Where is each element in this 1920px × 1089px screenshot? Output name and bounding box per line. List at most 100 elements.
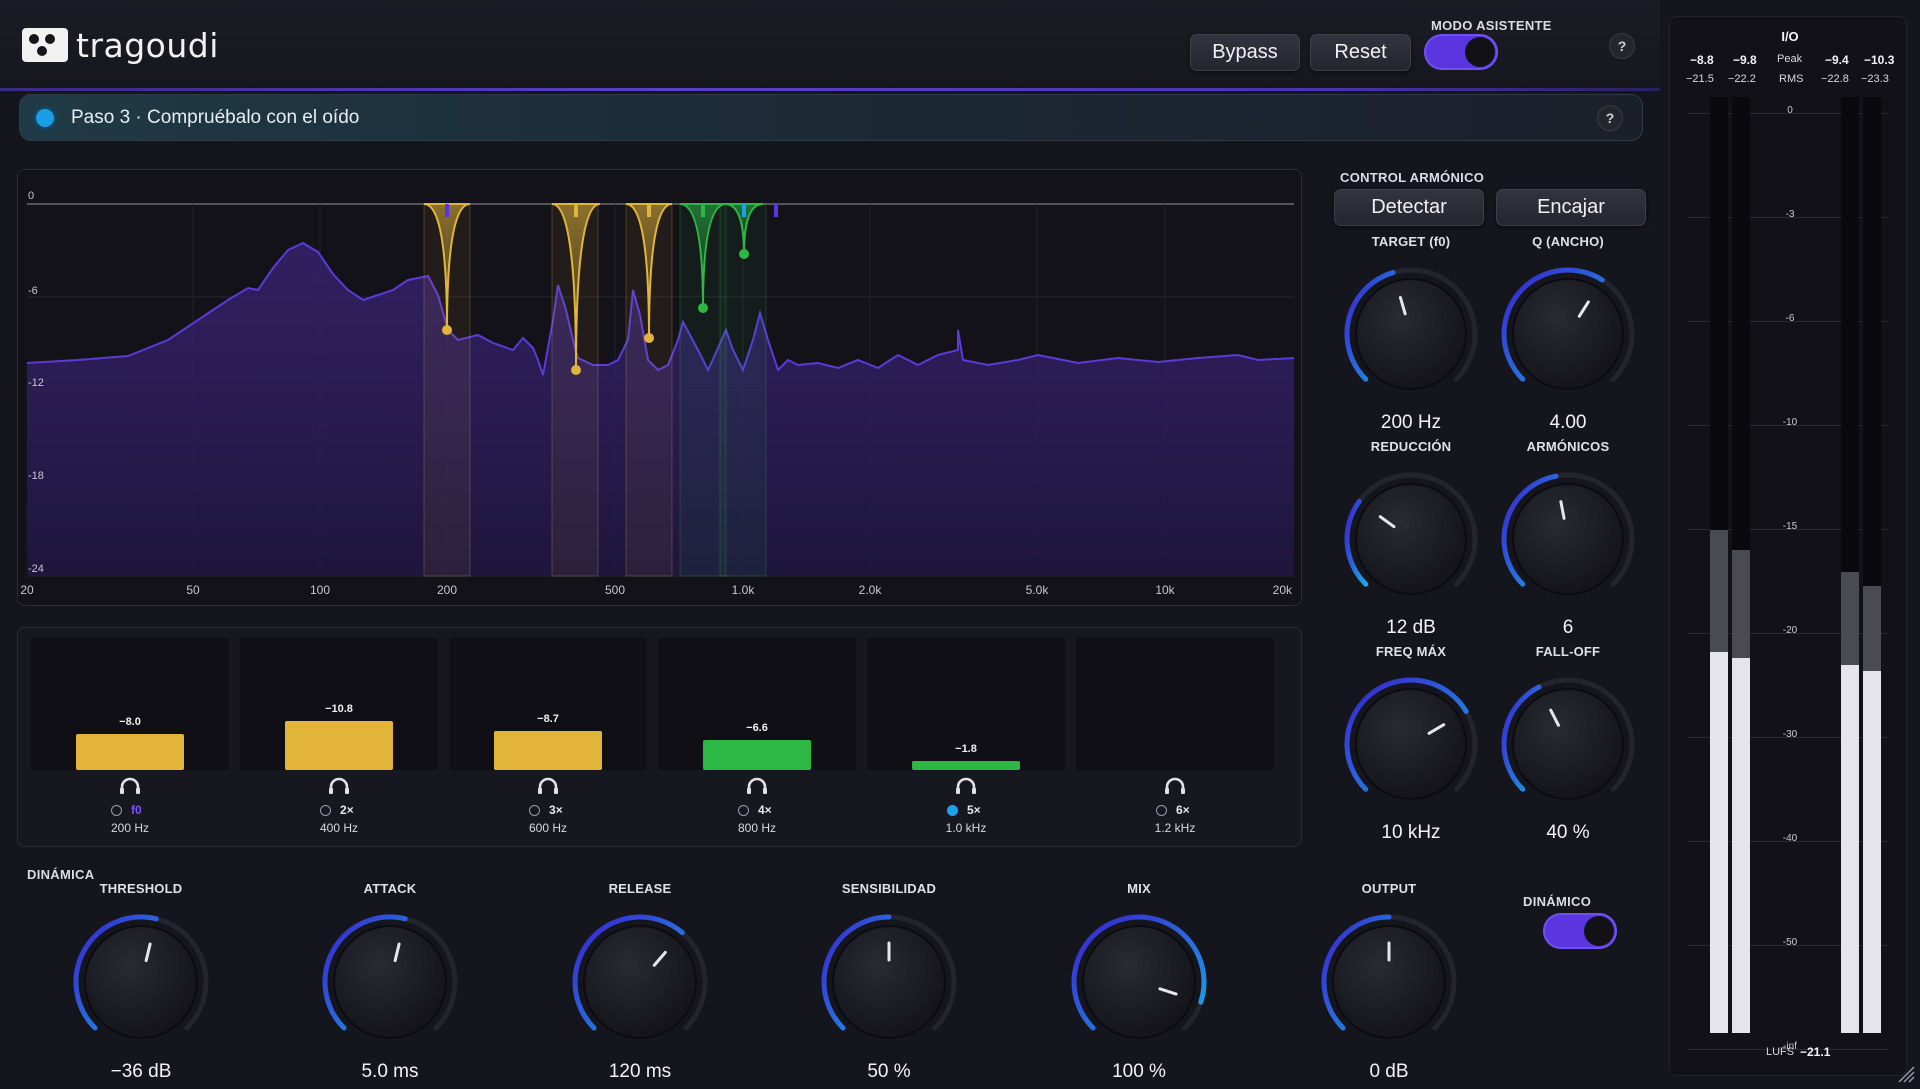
- harmonic-knob-0[interactable]: [1335, 258, 1487, 410]
- x-tick-1: 50: [186, 583, 200, 597]
- rms-label: RMS: [1779, 73, 1804, 85]
- dynamics-knob-title: OUTPUT: [1361, 881, 1417, 896]
- band-solo-radio[interactable]: [1156, 805, 1167, 816]
- marker-5x: [742, 204, 746, 217]
- harmonic-knob-value[interactable]: 40 %: [1468, 822, 1668, 844]
- input-meter-left: [1710, 97, 1728, 1033]
- y-tick-0: 0: [28, 190, 34, 202]
- dynamic-toggle[interactable]: [1543, 913, 1617, 949]
- meter-title: I/O: [1781, 29, 1799, 44]
- harmonic-knob-value[interactable]: 6: [1468, 617, 1668, 639]
- bypass-button[interactable]: Bypass: [1190, 34, 1300, 71]
- output-meter-left: [1841, 97, 1859, 1033]
- band-value: −8.7: [537, 713, 559, 725]
- band-frequency: 200 Hz: [110, 821, 150, 835]
- dynamics-knob-title: MIX: [1127, 881, 1151, 896]
- help-button[interactable]: ?: [1609, 33, 1635, 59]
- spectrum-analyzer[interactable]: 0 -6 -12 -18 -24 20 50 100 200 500 1.0k …: [17, 169, 1302, 606]
- meter-scale-label: -30: [1782, 729, 1798, 740]
- input-peak-right: −9.8: [1733, 53, 1757, 67]
- band-meter-1: −10.8: [240, 638, 438, 770]
- harmonic-knob-2[interactable]: [1335, 463, 1487, 615]
- band-solo-radio[interactable]: [947, 805, 958, 816]
- meter-scale-label: -50: [1782, 937, 1798, 948]
- dynamics-knob-value[interactable]: 50 %: [789, 1061, 989, 1083]
- dynamics-knob-0[interactable]: [64, 905, 218, 1059]
- harmonic-knob-value[interactable]: 4.00: [1468, 412, 1668, 434]
- band-meter-3: −6.6: [658, 638, 856, 770]
- detect-button[interactable]: Detectar: [1334, 189, 1484, 226]
- notch-handle-3x[interactable]: [644, 333, 654, 343]
- band-frequency: 600 Hz: [528, 821, 568, 835]
- harmonic-control-title: CONTROL ARMÓNICO: [1340, 170, 1485, 185]
- band-harmonic-label: 4×: [758, 803, 772, 817]
- io-meter: I/O −8.8 −9.8 Peak −9.4 −10.3 −21.5 −22.…: [1669, 16, 1907, 1076]
- meter-scale-label: -10: [1782, 417, 1798, 428]
- dynamics-knob-value[interactable]: −36 dB: [41, 1061, 241, 1083]
- step-help-button[interactable]: ?: [1597, 105, 1623, 131]
- band-solo-radio[interactable]: [529, 805, 540, 816]
- harmonic-knob-1[interactable]: [1492, 258, 1644, 410]
- assistant-mode-toggle[interactable]: [1424, 34, 1498, 70]
- x-tick-3: 200: [437, 583, 457, 597]
- band-harmonic-label: 3×: [549, 803, 563, 817]
- meter-scale-label: 0: [1787, 105, 1793, 116]
- band-meter-4: −1.8: [867, 638, 1065, 770]
- headphones-icon[interactable]: [536, 776, 560, 796]
- fit-button[interactable]: Encajar: [1496, 189, 1646, 226]
- band-solo-radio[interactable]: [738, 805, 749, 816]
- harmonic-knob-3[interactable]: [1492, 463, 1644, 615]
- headphones-icon[interactable]: [745, 776, 769, 796]
- dynamics-knob-4[interactable]: [1062, 905, 1216, 1059]
- meter-scale-label: -20: [1782, 625, 1798, 636]
- dynamics-knob-value[interactable]: 0 dB: [1289, 1061, 1489, 1083]
- spectrum-graph[interactable]: 0 -6 -12 -18 -24 20 50 100 200 500 1.0k …: [18, 170, 1303, 607]
- x-tick-2: 100: [310, 583, 330, 597]
- step-text: Paso 3 · Compruébalo con el oído: [71, 107, 360, 128]
- dynamics-knob-1[interactable]: [313, 905, 467, 1059]
- band-harmonic-label: 5×: [967, 803, 981, 817]
- band-level-bar: [912, 761, 1020, 770]
- meter-scale-label: -15: [1782, 521, 1798, 532]
- dynamics-knob-value[interactable]: 100 %: [1039, 1061, 1239, 1083]
- headphones-icon[interactable]: [954, 776, 978, 796]
- harmonic-knob-title: FALL-OFF: [1535, 644, 1601, 659]
- band-meter-5: [1076, 638, 1274, 770]
- dynamics-knob-title: SENSIBILIDAD: [841, 881, 937, 896]
- harmonic-knob-5[interactable]: [1492, 668, 1644, 820]
- dynamics-knob-5[interactable]: [1312, 905, 1466, 1059]
- y-tick-2: -12: [28, 377, 44, 389]
- lufs-label: LUFS: [1766, 1046, 1795, 1058]
- dynamics-knob-3[interactable]: [812, 905, 966, 1059]
- input-peak-left: −8.8: [1690, 53, 1714, 67]
- headphones-icon[interactable]: [1163, 776, 1187, 796]
- toggle-knob: [1465, 37, 1495, 67]
- dynamics-knob-value[interactable]: 5.0 ms: [290, 1061, 490, 1083]
- dynamics-knob-title: THRESHOLD: [99, 881, 183, 896]
- dynamics-knob-title: ATTACK: [363, 881, 417, 896]
- headphones-icon[interactable]: [327, 776, 351, 796]
- band-meter-2: −8.7: [449, 638, 647, 770]
- input-rms-left: −21.5: [1686, 73, 1714, 85]
- reset-button[interactable]: Reset: [1310, 34, 1411, 71]
- band-frequency: 1.2 kHz: [1154, 821, 1196, 835]
- assistant-step-bar: Paso 3 · Compruébalo con el oído ?: [19, 94, 1643, 141]
- band-value: −1.8: [955, 743, 977, 755]
- notch-handle-5x[interactable]: [739, 249, 749, 259]
- band-level-bar: [494, 731, 602, 770]
- band-solo-radio[interactable]: [320, 805, 331, 816]
- notch-handle-2x[interactable]: [571, 365, 581, 375]
- lufs-value: −21.1: [1800, 1045, 1831, 1059]
- dynamics-knob-2[interactable]: [563, 905, 717, 1059]
- headphones-icon[interactable]: [118, 776, 142, 796]
- notch-handle-4x[interactable]: [698, 303, 708, 313]
- harmonic-knob-4[interactable]: [1335, 668, 1487, 820]
- marker-2x: [574, 204, 578, 217]
- band-solo-radio[interactable]: [111, 805, 122, 816]
- dynamics-knob-value[interactable]: 120 ms: [540, 1061, 740, 1083]
- notch-handle-f0[interactable]: [442, 325, 452, 335]
- resize-grip-icon[interactable]: [1895, 1063, 1915, 1083]
- meter-scale-label: -40: [1782, 833, 1798, 844]
- x-tick-7: 5.0k: [1026, 583, 1050, 597]
- y-tick-1: -6: [28, 285, 38, 297]
